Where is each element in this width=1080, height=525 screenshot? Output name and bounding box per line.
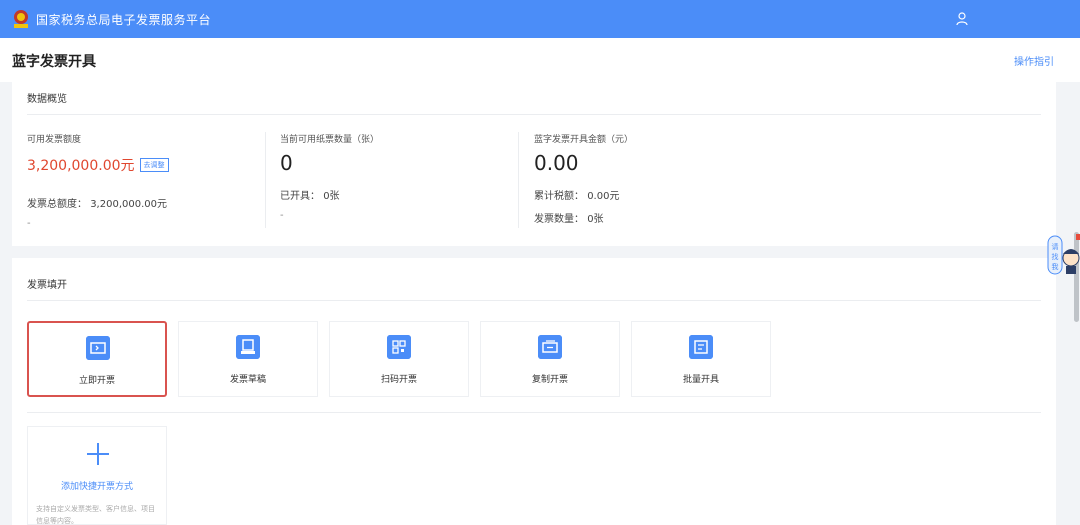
plus-icon — [87, 443, 109, 465]
count-value: 0张 — [587, 214, 604, 225]
fill-card: 发票填开 立即开票 发票草稿 扫码开票 复制开票 批量开具 添加快捷开票方式 支… — [12, 258, 1056, 525]
qrcode-icon — [387, 335, 411, 359]
divider — [27, 300, 1041, 301]
add-shortcut-button[interactable]: 添加快捷开票方式 支持自定义发票类型、客户信息、项目信息等内容。 — [27, 426, 167, 525]
tax-value: 0.00元 — [587, 191, 620, 202]
guide-link[interactable]: 操作指引 — [1014, 53, 1054, 68]
copy-issue-button[interactable]: 复制开票 — [480, 321, 620, 397]
copy-ticket-icon — [538, 335, 562, 359]
issue-now-button[interactable]: 立即开票 — [27, 321, 167, 397]
column-divider — [518, 132, 519, 228]
draft-icon — [236, 335, 260, 359]
total-quota-value: 3,200,000.00元 — [90, 199, 167, 210]
paper-invoice-label: 当前可用纸票数量（张） — [280, 135, 380, 145]
assistant-avatar-icon[interactable]: 请 找 我 — [1046, 232, 1080, 278]
available-quota-value-row: 3,200,000.00元 去调整 — [27, 155, 277, 175]
scan-issue-button[interactable]: 扫码开票 — [329, 321, 469, 397]
adjust-button[interactable]: 去调整 — [139, 158, 169, 172]
draft-button[interactable]: 发票草稿 — [178, 321, 318, 397]
page-title: 蓝字发票开具 — [12, 54, 96, 70]
blue-invoice-amount-value: 0.00 — [534, 151, 579, 175]
tax-emblem-icon — [14, 10, 28, 28]
svg-text:找: 找 — [1052, 252, 1059, 261]
app-title: 国家税务总局电子发票服务平台 — [36, 12, 212, 27]
blue-invoice-amount-stat: 蓝字发票开具金额（元） 0.00 累计税额： 0.00元 发票数量： 0张 — [534, 132, 784, 225]
add-shortcut-description: 支持自定义发票类型、客户信息、项目信息等内容。 — [36, 505, 155, 525]
paper-dash: - — [280, 210, 284, 221]
issued-row: 已开具： 0张 — [280, 187, 530, 202]
overview-section-title: 数据概览 — [27, 94, 67, 105]
batch-ticket-icon — [689, 335, 713, 359]
issued-value: 0张 — [323, 191, 340, 202]
blue-invoice-amount-label: 蓝字发票开具金额（元） — [534, 135, 634, 145]
add-shortcut-label: 添加快捷开票方式 — [60, 482, 133, 492]
title-bar: 蓝字发票开具 操作指引 — [0, 38, 1080, 82]
ticket-icon — [86, 336, 110, 360]
batch-issue-label: 批量开具 — [682, 375, 719, 385]
issued-label: 已开具： — [280, 191, 320, 202]
svg-text:我: 我 — [1052, 262, 1059, 271]
paper-invoice-value: 0 — [280, 151, 293, 175]
issue-now-label: 立即开票 — [78, 376, 115, 386]
count-label: 发票数量： — [534, 214, 584, 225]
scrollbar[interactable] — [1073, 82, 1080, 525]
total-quota-row: 发票总额度： 3,200,000.00元 — [27, 195, 277, 210]
quota-dash: - — [27, 218, 31, 229]
svg-text:请: 请 — [1052, 242, 1059, 251]
available-quota-label: 可用发票额度 — [27, 135, 82, 145]
top-bar: 国家税务总局电子发票服务平台 — [0, 0, 1080, 38]
tax-row: 累计税额： 0.00元 — [534, 187, 784, 202]
scan-issue-label: 扫码开票 — [380, 375, 417, 385]
count-row: 发票数量： 0张 — [534, 210, 784, 225]
divider — [27, 114, 1041, 115]
user-icon[interactable] — [955, 11, 969, 27]
column-divider — [265, 132, 266, 228]
copy-issue-label: 复制开票 — [531, 375, 568, 385]
available-quota-value: 3,200,000.00元 — [27, 158, 135, 174]
divider — [27, 412, 1041, 413]
fill-section-title: 发票填开 — [27, 280, 67, 291]
batch-issue-button[interactable]: 批量开具 — [631, 321, 771, 397]
draft-label: 发票草稿 — [229, 375, 266, 385]
tax-label: 累计税额： — [534, 191, 584, 202]
total-quota-label: 发票总额度： — [27, 199, 87, 210]
available-quota-stat: 可用发票额度 3,200,000.00元 去调整 发票总额度： 3,200,00… — [27, 132, 277, 229]
overview-card: 数据概览 可用发票额度 3,200,000.00元 去调整 发票总额度： 3,2… — [12, 82, 1056, 246]
paper-invoice-stat: 当前可用纸票数量（张） 0 已开具： 0张 - — [280, 132, 530, 221]
